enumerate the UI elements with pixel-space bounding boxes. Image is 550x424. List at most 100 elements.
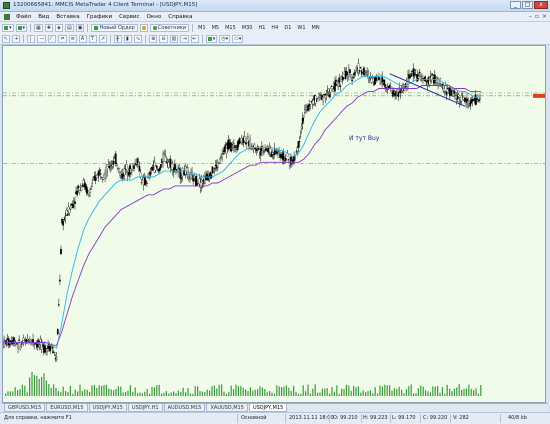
maximize-button[interactable]: □	[522, 1, 533, 9]
volume-bar	[458, 384, 460, 396]
timeframe-m5[interactable]: M5	[210, 24, 222, 32]
data-window-icon[interactable]: ✚	[44, 24, 53, 32]
toolbar: ▾ ▾ ▦ ✚ ◈ ▤ ▣ Новый Ордер Советники M1 M…	[0, 22, 550, 45]
chart-annotation[interactable]: И тут Buy	[349, 135, 380, 142]
volume-bar	[204, 391, 206, 396]
arrows-icon[interactable]: ➚	[98, 35, 108, 43]
cursor-icon[interactable]: ↖	[2, 35, 11, 43]
periods-icon[interactable]: ◷▾	[219, 35, 231, 43]
chart-window[interactable]: И тут Buy	[2, 45, 546, 403]
candle-body	[469, 102, 472, 107]
new-chart-icon[interactable]: ▾	[2, 24, 14, 32]
horizontal-line-icon[interactable]: —	[37, 35, 47, 43]
candle-body	[149, 171, 152, 176]
timeframe-d1[interactable]: D1	[282, 24, 293, 32]
bar-chart-icon[interactable]: ╫	[114, 35, 123, 43]
tab-usdjpy-h1[interactable]: USDJPY,H1	[127, 404, 163, 412]
vertical-line-icon[interactable]: |	[27, 35, 36, 43]
menu-charts[interactable]: Графики	[87, 14, 112, 20]
trendline-icon[interactable]: ⁄	[48, 35, 57, 43]
menu-insert[interactable]: Вставка	[56, 14, 79, 20]
experts-button[interactable]: Советники	[149, 24, 190, 32]
timeframe-h1[interactable]: H1	[256, 24, 267, 32]
candle-body	[413, 72, 416, 76]
candle-body	[73, 200, 75, 202]
menu-help[interactable]: Справка	[168, 14, 192, 20]
candle-body	[230, 147, 233, 149]
tab-gbpusd-m15[interactable]: GBPUSD,M15	[4, 404, 46, 412]
tab-xauusd-m15[interactable]: XAUUSD,M15	[206, 404, 248, 412]
menu-window[interactable]: Окно	[147, 14, 162, 20]
new-order-button[interactable]: Новый Ордер	[91, 24, 138, 32]
candle-body	[329, 88, 332, 93]
fibonacci-icon[interactable]: ≡	[68, 35, 77, 43]
candle-body	[399, 90, 402, 94]
menu-tools[interactable]: Сервис	[119, 14, 140, 20]
volume-bar	[173, 391, 175, 396]
line-chart-icon[interactable]: ∿	[134, 35, 143, 43]
crosshair-icon[interactable]: +	[12, 35, 21, 43]
candle-body	[457, 94, 460, 97]
text-icon[interactable]: A	[78, 35, 87, 43]
candle-body	[74, 201, 76, 204]
channel-icon[interactable]: ≠	[58, 35, 67, 43]
strategy-tester-icon[interactable]: ▣	[75, 24, 85, 32]
child-restore-button[interactable]: ▫	[535, 13, 539, 20]
child-minimize-button[interactable]: –	[529, 13, 532, 20]
timeframe-m1[interactable]: M1	[196, 24, 208, 32]
menu-file[interactable]: Файл	[16, 14, 31, 20]
volume-bar	[290, 390, 292, 396]
volume-bar	[353, 385, 355, 396]
candle-body	[125, 163, 128, 170]
volume-bar	[350, 390, 352, 396]
chart-shift-icon[interactable]: ⇤	[190, 35, 199, 43]
volume-bar	[12, 391, 14, 396]
candle-body	[90, 188, 92, 190]
metaeditor-icon[interactable]	[139, 24, 148, 32]
candle-body	[8, 343, 11, 346]
candlestick-icon[interactable]: ▮	[124, 35, 133, 43]
candle-body	[263, 151, 265, 153]
timeframe-m15[interactable]: M15	[223, 24, 238, 32]
market-watch-icon[interactable]: ▦	[34, 24, 43, 32]
tab-eurusd-m15[interactable]: EURUSD,M15	[46, 404, 88, 412]
volume-bar	[285, 385, 287, 396]
price-chart[interactable]: И тут Buy	[3, 46, 545, 402]
tab-audusd-m15[interactable]: AUDUSD,M15	[163, 404, 206, 412]
indicators-icon[interactable]: ▾	[205, 35, 218, 43]
tab-usdjpy-m15[interactable]: USDJPY,M15	[88, 404, 127, 412]
menu-view[interactable]: Вид	[38, 14, 49, 20]
timeframe-mn[interactable]: MN	[310, 24, 322, 32]
volume-bar	[19, 389, 21, 396]
volume-bar	[14, 387, 16, 396]
candle-body	[62, 221, 65, 226]
navigator-icon[interactable]: ◈	[54, 24, 63, 32]
volume-bar	[26, 392, 28, 396]
timeframe-h4[interactable]: H4	[269, 24, 280, 32]
terminal-icon[interactable]: ▤	[64, 24, 74, 32]
close-button[interactable]: x	[534, 1, 548, 9]
zoom-out-icon[interactable]: ⊖	[159, 35, 168, 43]
volume-bar	[477, 393, 479, 396]
autoscroll-icon[interactable]: ⇥	[180, 35, 189, 43]
zoom-in-icon[interactable]: ⊕	[149, 35, 158, 43]
tab-usdjpy-m15-active[interactable]: USDJPY,M15	[248, 404, 288, 412]
candle-body	[138, 165, 141, 172]
candle-body	[323, 93, 326, 95]
volume-bar	[91, 385, 93, 396]
templates-icon[interactable]: ▭▾	[232, 35, 244, 43]
volume-bar	[211, 386, 213, 396]
tile-windows-icon[interactable]: ▥	[169, 35, 179, 43]
minimize-button[interactable]: _	[510, 1, 521, 9]
profiles-icon[interactable]: ▾	[15, 24, 28, 32]
timeframe-w1[interactable]: W1	[295, 24, 307, 32]
volume-bar	[456, 387, 458, 396]
volume-bar	[48, 384, 50, 396]
child-close-button[interactable]: ×	[542, 13, 547, 20]
timeframe-m30[interactable]: M30	[240, 24, 255, 32]
label-icon[interactable]: T	[88, 35, 97, 43]
status-profile[interactable]: Основной	[241, 415, 267, 421]
volume-bar	[365, 392, 367, 396]
volume-bar	[336, 385, 338, 396]
volume-bar	[269, 390, 271, 396]
